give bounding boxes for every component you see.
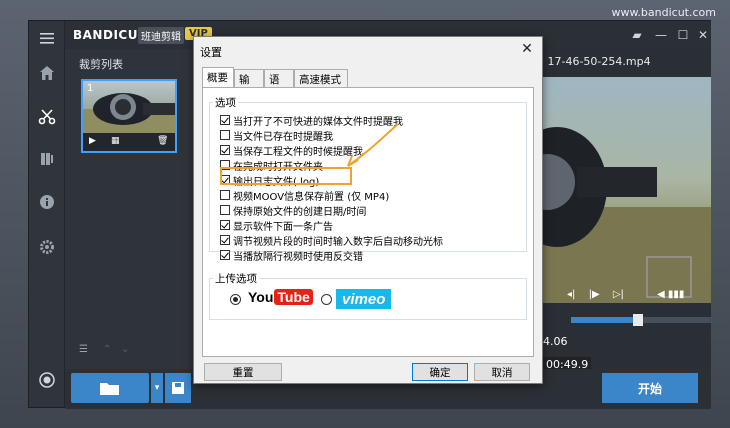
timeline-slider[interactable] <box>571 314 713 326</box>
video-filename: 3 17-46-50-254.mp4 <box>537 55 651 68</box>
option-row[interactable]: 调节视频片段的时间时输入数字后自动移动光标 <box>220 233 443 248</box>
prev-frame-icon[interactable]: ◂| <box>567 289 575 300</box>
move-down-icon[interactable]: ⌄ <box>121 344 129 355</box>
highlight-box <box>220 167 352 185</box>
option-row[interactable]: 视频MOOV信息保存前置 (仅 MP4) <box>220 188 389 203</box>
ok-button[interactable]: 确定 <box>412 363 468 381</box>
next-frame-icon[interactable]: ▷| <box>613 289 624 300</box>
open-folder-icon <box>100 383 119 395</box>
volume-icon[interactable]: ◀ ▮▮▮ <box>657 289 684 300</box>
play-button-icon[interactable]: |▶ <box>589 289 600 300</box>
minimize-icon[interactable]: — <box>651 25 671 45</box>
cancel-button[interactable]: 取消 <box>474 363 530 381</box>
trash-icon[interactable]: 🗑 <box>157 136 168 146</box>
player-controls: ◂| |▶ ▷| <box>567 289 624 300</box>
cut-icon[interactable] <box>35 105 59 129</box>
timeline-handle[interactable] <box>633 314 643 326</box>
option-checkbox[interactable] <box>220 115 230 125</box>
option-checkbox[interactable] <box>220 220 230 230</box>
tab-general[interactable]: 概要 <box>202 67 234 87</box>
clip-thumbnail[interactable]: 1 ▶ ▦ 🗑 <box>81 79 177 153</box>
save-project-button[interactable] <box>165 373 191 403</box>
option-checkbox[interactable] <box>220 130 230 140</box>
options-group-label: 选项 <box>213 95 238 110</box>
app-logo: BANDICUT <box>73 28 147 42</box>
move-up-icon[interactable]: ⌃ <box>103 344 111 355</box>
info-icon[interactable] <box>35 190 59 214</box>
list-sort-icon[interactable]: ☰ <box>79 344 88 355</box>
open-file-button[interactable] <box>71 373 149 403</box>
save-icon <box>172 382 184 394</box>
tab-output[interactable]: 输出 <box>234 69 264 101</box>
clip-thumbnail-image <box>83 81 175 133</box>
vimeo-logo[interactable]: vimeo <box>336 289 392 309</box>
merge-icon[interactable] <box>35 147 59 171</box>
option-checkbox[interactable] <box>220 235 230 245</box>
clip-list-title: 裁剪列表 <box>79 58 123 71</box>
menu-icon[interactable] <box>35 26 59 50</box>
timeline-progress <box>571 317 637 323</box>
grid-icon[interactable]: ▦ <box>111 136 120 146</box>
youtube-logo[interactable]: You Tube <box>248 289 313 305</box>
clip-index: 1 <box>87 83 94 94</box>
folder-icon[interactable]: ▰ <box>627 25 647 45</box>
time-readout-a: 4.06 <box>543 335 568 348</box>
option-row[interactable]: 当播放隔行视频时使用反交错 <box>220 248 363 263</box>
open-dropdown-button[interactable]: ▾ <box>151 373 163 403</box>
close-icon[interactable]: ✕ <box>693 25 713 45</box>
video-preview[interactable] <box>537 77 711 303</box>
play-icon[interactable]: ▶ <box>89 136 96 146</box>
record-icon[interactable] <box>35 368 59 392</box>
option-checkbox[interactable] <box>220 205 230 215</box>
option-checkbox[interactable] <box>220 190 230 200</box>
option-checkbox[interactable] <box>220 145 230 155</box>
youtube-radio[interactable] <box>230 294 241 305</box>
reset-button[interactable]: 重置 <box>204 363 282 381</box>
maximize-icon[interactable]: ☐ <box>673 25 693 45</box>
sidebar <box>29 21 65 407</box>
tab-fast-mode[interactable]: 高速模式 <box>294 69 348 87</box>
app-name-cn: 班迪剪辑 <box>138 27 184 44</box>
upload-group-label: 上传选项 <box>213 271 259 286</box>
option-row[interactable]: 当文件已存在时提醒我 <box>220 128 333 143</box>
clip-list-pane: 裁剪列表 1 ▶ ▦ 🗑 ☰ ⌃ ⌄ <box>65 49 195 369</box>
option-checkbox[interactable] <box>220 250 230 260</box>
option-row[interactable]: 保持原始文件的创建日期/时间 <box>220 203 366 218</box>
gear-icon[interactable] <box>35 235 59 259</box>
home-icon[interactable] <box>35 61 59 85</box>
dialog-close-icon[interactable]: ✕ <box>518 40 536 58</box>
settings-dialog: 设置 ✕ 概要 输出 语言 高速模式 选项 当打开了不可快进的媒体文件时提醒我 … <box>193 36 543 384</box>
annotation-arrow-icon <box>347 123 399 167</box>
clip-controls: ▶ ▦ 🗑 <box>83 133 175 151</box>
watermark: www.bandicut.com <box>611 6 716 19</box>
start-button[interactable]: 开始 <box>602 373 698 403</box>
tab-language[interactable]: 语言 <box>264 69 294 101</box>
dialog-title: 设置 <box>200 46 222 59</box>
option-row[interactable]: 显示软件下面一条广告 <box>220 218 333 233</box>
vimeo-radio[interactable] <box>321 294 332 305</box>
